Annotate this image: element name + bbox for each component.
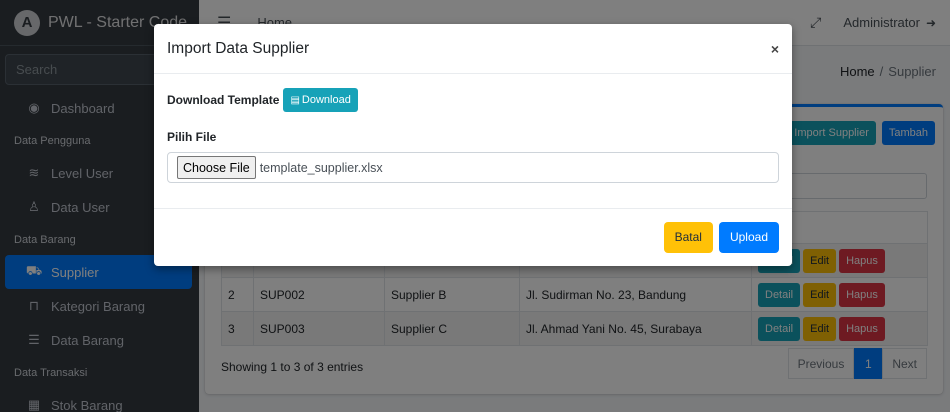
upload-button[interactable]: Upload [718,221,779,253]
close-icon[interactable]: × [771,41,779,57]
cancel-button[interactable]: Batal [663,221,713,253]
file-input[interactable]: Choose File template_supplier.xlsx [167,152,779,183]
modal-body: Download Template ▤ Download Pilih File … [154,74,792,209]
modal-title: Import Data Supplier [167,39,310,57]
download-template-label: Download Template [167,93,280,107]
modal-footer: Batal Upload [154,209,792,265]
download-template-button[interactable]: ▤ Download [283,88,358,112]
download-template-row: Download Template ▤ Download [167,88,779,112]
file-name: template_supplier.xlsx [259,160,383,175]
file-label: Pilih File [167,130,217,144]
file-excel-icon: ▤ [290,94,300,106]
download-button-label: Download [301,94,351,106]
import-modal: Import Data Supplier × Download Template… [154,24,792,266]
modal-header: Import Data Supplier × [154,24,792,74]
choose-file-button[interactable]: Choose File [177,156,256,179]
